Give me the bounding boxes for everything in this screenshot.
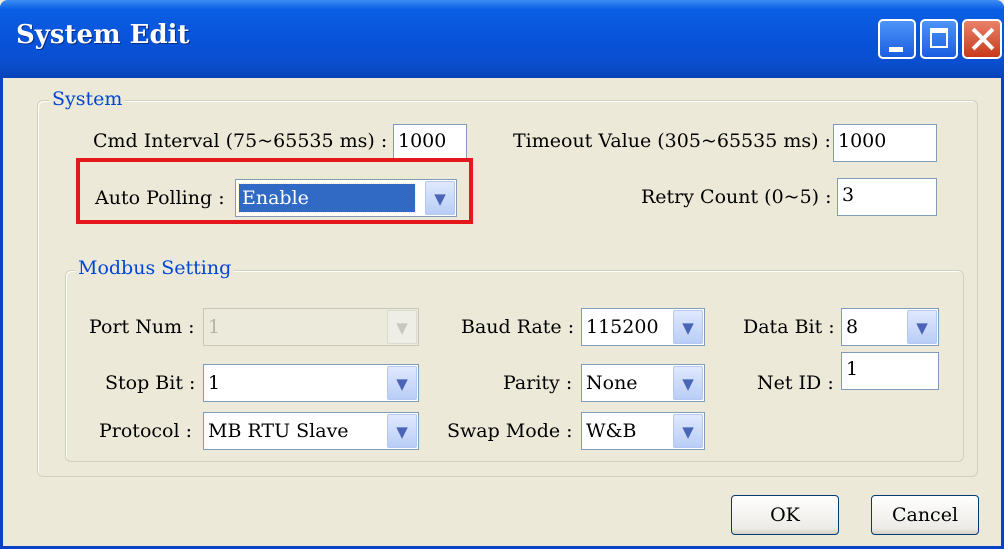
cmd-interval-input[interactable]: 1000 <box>393 124 467 162</box>
ok-button[interactable]: OK <box>731 495 839 535</box>
baud-rate-label: Baud Rate : <box>461 316 575 338</box>
stop-bit-select[interactable]: 1 ▼ <box>203 364 419 402</box>
close-icon[interactable] <box>962 19 1002 59</box>
baud-rate-value: 115200 <box>586 316 659 338</box>
protocol-label: Protocol : <box>99 420 192 442</box>
parity-label: Parity : <box>503 372 573 394</box>
swap-mode-label: Swap Mode : <box>447 420 573 442</box>
parity-value: None <box>586 372 638 394</box>
swap-mode-select[interactable]: W&B ▼ <box>581 412 705 450</box>
chevron-down-icon[interactable]: ▼ <box>673 414 703 448</box>
minimize-icon[interactable] <box>878 19 916 59</box>
chevron-down-icon[interactable]: ▼ <box>387 366 417 400</box>
maximize-icon[interactable] <box>920 19 958 59</box>
protocol-select[interactable]: MB RTU Slave ▼ <box>203 412 419 450</box>
data-bit-select[interactable]: 8 ▼ <box>841 308 939 346</box>
port-num-label: Port Num : <box>89 316 195 338</box>
swap-mode-value: W&B <box>586 420 637 442</box>
cmd-interval-label: Cmd Interval (75~65535 ms) : <box>93 130 388 152</box>
retry-count-input[interactable]: 3 <box>837 178 937 216</box>
cancel-button[interactable]: Cancel <box>871 495 979 535</box>
chevron-down-icon[interactable]: ▼ <box>387 414 417 448</box>
stop-bit-value: 1 <box>208 372 221 394</box>
timeout-input[interactable]: 1000 <box>833 124 937 162</box>
data-bit-value: 8 <box>846 316 859 338</box>
chevron-down-icon[interactable]: ▼ <box>673 310 703 344</box>
highlight-box <box>76 158 473 224</box>
modbus-legend: Modbus Setting <box>75 257 235 279</box>
port-num-select: 1 ▼ <box>203 308 419 346</box>
port-num-value: 1 <box>208 316 221 338</box>
data-bit-label: Data Bit : <box>743 316 835 338</box>
net-id-input[interactable]: 1 <box>841 352 939 390</box>
window-title: System Edit <box>16 20 190 50</box>
chevron-down-icon: ▼ <box>387 310 417 344</box>
protocol-value: MB RTU Slave <box>208 420 349 442</box>
baud-rate-select[interactable]: 115200 ▼ <box>581 308 705 346</box>
system-edit-dialog: System Edit System Cmd Interval (75~6553… <box>0 0 1004 549</box>
retry-count-label: Retry Count (0~5) : <box>641 186 832 208</box>
stop-bit-label: Stop Bit : <box>105 372 196 394</box>
net-id-label: Net ID : <box>757 372 834 394</box>
chevron-down-icon[interactable]: ▼ <box>673 366 703 400</box>
chevron-down-icon[interactable]: ▼ <box>907 310 937 344</box>
title-bar[interactable]: System Edit <box>0 0 1004 78</box>
timeout-label: Timeout Value (305~65535 ms) : <box>513 130 831 152</box>
parity-select[interactable]: None ▼ <box>581 364 705 402</box>
system-legend: System <box>49 88 126 110</box>
